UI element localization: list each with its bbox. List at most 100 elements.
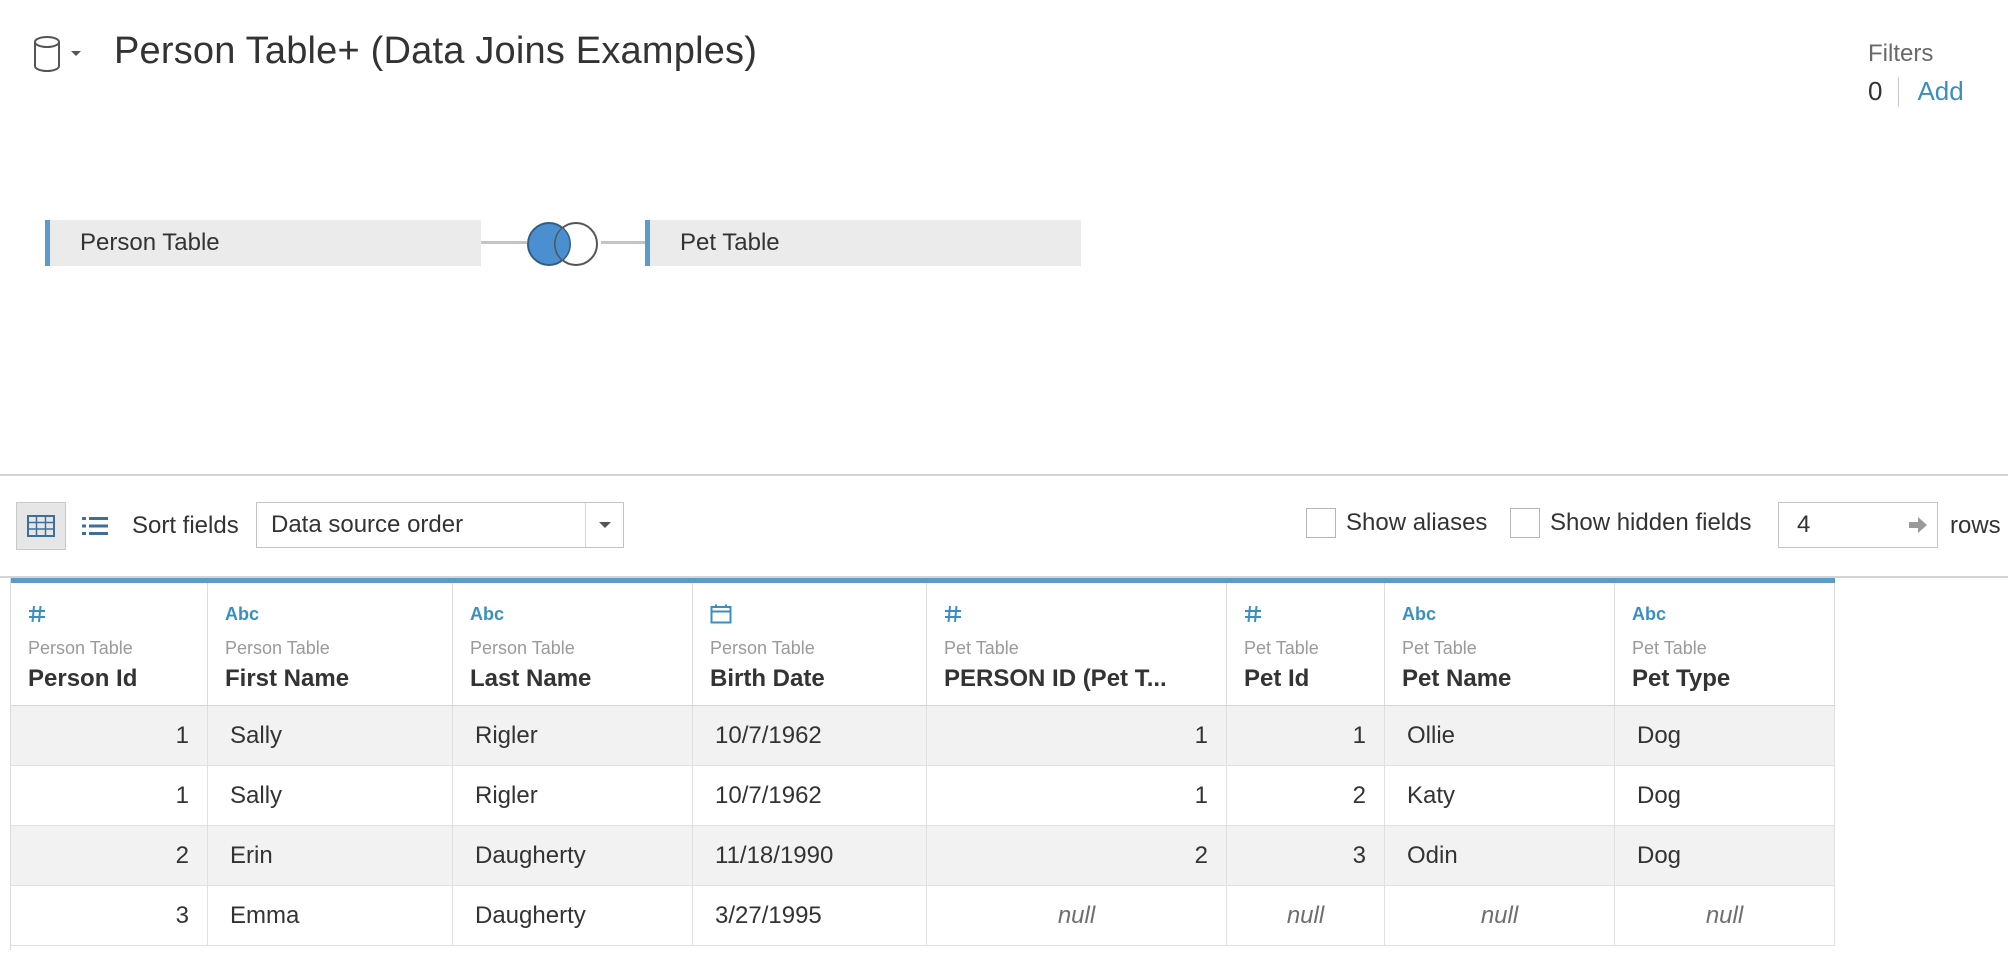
show-aliases-checkbox[interactable]: Show aliases <box>1306 508 1487 538</box>
string-icon[interactable]: Abc <box>1402 603 1614 625</box>
cell-first-name: Emma <box>208 886 453 945</box>
cell-pet-name: Katy <box>1385 766 1615 825</box>
string-icon[interactable]: Abc <box>1632 603 1834 625</box>
filters-label: Filters <box>1868 40 1934 67</box>
show-hidden-fields-checkbox[interactable]: Show hidden fields <box>1510 508 1751 538</box>
column-header[interactable]: Person Table Birth Date <box>693 583 927 705</box>
arrow-right-icon[interactable] <box>1907 514 1929 536</box>
cell-pet-name: Odin <box>1385 826 1615 885</box>
cell-birth-date: 3/27/1995 <box>693 886 927 945</box>
grid-view-button[interactable] <box>16 502 66 550</box>
cell-null: null <box>1385 886 1615 945</box>
cell-pet-name: Ollie <box>1385 706 1615 765</box>
column-header[interactable]: Pet Table PERSON ID (Pet T... <box>927 583 1227 705</box>
cell-null: null <box>1227 886 1385 945</box>
column-source: Person Table <box>710 638 815 658</box>
string-icon[interactable]: Abc <box>470 603 692 625</box>
cell-person-id: 1 <box>11 766 208 825</box>
cell-person-id: 1 <box>11 706 208 765</box>
join-connector-left <box>481 241 527 244</box>
sort-fields-select[interactable]: Data source order <box>256 502 624 548</box>
grid-body: 1 Sally Rigler 10/7/1962 1 1 Ollie Dog 1… <box>11 706 1835 946</box>
column-name: Last Name <box>470 665 592 692</box>
datasource-menu-button[interactable] <box>32 34 88 74</box>
column-header[interactable]: Person Table Person Id <box>11 583 208 705</box>
column-source: Pet Table <box>1632 638 1707 658</box>
cell-null: null <box>927 886 1227 945</box>
column-name: Pet Type <box>1632 665 1731 692</box>
table-row: 1 Sally Rigler 10/7/1962 1 1 Ollie Dog <box>11 706 1835 766</box>
cell-pet-type: Dog <box>1615 706 1835 765</box>
column-header[interactable]: Pet Table Pet Id <box>1227 583 1385 705</box>
show-hidden-fields-label: Show hidden fields <box>1550 509 1752 536</box>
cell-null: null <box>1615 886 1835 945</box>
grid-header-row: Person Table Person Id Abc Person Table … <box>11 578 1835 706</box>
cell-pet-id: 1 <box>1227 706 1385 765</box>
column-source: Person Table <box>470 638 575 658</box>
number-icon[interactable] <box>1244 603 1384 625</box>
column-name: Birth Date <box>710 665 825 692</box>
right-table-label: Pet Table <box>680 229 780 256</box>
cell-last-name: Rigler <box>453 706 693 765</box>
cell-pet-id: 3 <box>1227 826 1385 885</box>
join-connector-right <box>601 241 645 244</box>
grid-view-icon <box>27 515 55 537</box>
column-header[interactable]: Abc Pet Table Pet Type <box>1615 583 1835 705</box>
cell-birth-date: 10/7/1962 <box>693 706 927 765</box>
column-header[interactable]: Abc Pet Table Pet Name <box>1385 583 1615 705</box>
column-name: Pet Name <box>1402 665 1512 692</box>
right-table-pill[interactable]: Pet Table <box>645 220 1081 266</box>
chevron-down-icon <box>71 51 81 56</box>
rows-label: rows <box>1950 512 2001 539</box>
join-canvas[interactable]: Person Table Pet Table <box>0 100 2008 474</box>
column-name: Pet Id <box>1244 665 1310 692</box>
sort-fields-label: Sort fields <box>132 512 239 539</box>
filters-panel: Filters 0 Add <box>1868 40 1998 107</box>
column-name: First Name <box>225 665 350 692</box>
cell-last-name: Rigler <box>453 766 693 825</box>
number-icon[interactable] <box>944 603 1226 625</box>
checkbox-box[interactable] <box>1510 508 1540 538</box>
table-row: 1 Sally Rigler 10/7/1962 1 2 Katy Dog <box>11 766 1835 826</box>
rows-count-input[interactable]: 4 <box>1778 502 1938 548</box>
column-header[interactable]: Abc Person Table Last Name <box>453 583 693 705</box>
cell-pet-type: Dog <box>1615 826 1835 885</box>
checkbox-box[interactable] <box>1306 508 1336 538</box>
string-icon[interactable]: Abc <box>225 603 452 625</box>
cell-first-name: Sally <box>208 766 453 825</box>
rows-count-value: 4 <box>1797 511 1811 538</box>
cell-pet-person-id: 2 <box>927 826 1227 885</box>
cell-first-name: Sally <box>208 706 453 765</box>
column-source: Pet Table <box>944 638 1019 658</box>
cell-person-id: 3 <box>11 886 208 945</box>
cell-last-name: Daugherty <box>453 886 693 945</box>
cell-birth-date: 10/7/1962 <box>693 766 927 825</box>
cell-last-name: Daugherty <box>453 826 693 885</box>
cell-pet-person-id: 1 <box>927 766 1227 825</box>
cell-pet-person-id: 1 <box>927 706 1227 765</box>
list-view-button[interactable] <box>70 502 120 550</box>
join-type-button[interactable] <box>524 220 604 268</box>
page-title[interactable]: Person Table+ (Data Joins Examples) <box>114 30 757 73</box>
left-table-label: Person Table <box>80 229 220 256</box>
left-table-pill[interactable]: Person Table <box>45 220 481 266</box>
cell-first-name: Erin <box>208 826 453 885</box>
grid-row-gutter <box>0 578 11 950</box>
column-header[interactable]: Abc Person Table First Name <box>208 583 453 705</box>
column-name: Person Id <box>28 665 138 692</box>
number-icon[interactable] <box>28 603 207 625</box>
data-grid: Person Table Person Id Abc Person Table … <box>11 578 1835 946</box>
cell-pet-id: 2 <box>1227 766 1385 825</box>
table-row: 3 Emma Daugherty 3/27/1995 null null nul… <box>11 886 1835 946</box>
sort-fields-value: Data source order <box>271 511 464 538</box>
grid-toolbar: Sort fields Data source order Show alias… <box>0 476 2008 576</box>
list-view-icon <box>82 517 108 535</box>
cell-pet-type: Dog <box>1615 766 1835 825</box>
column-source: Person Table <box>28 638 133 658</box>
left-join-venn-icon <box>527 222 598 266</box>
calendar-icon[interactable] <box>710 603 926 625</box>
column-source: Pet Table <box>1244 638 1319 658</box>
cell-birth-date: 11/18/1990 <box>693 826 927 885</box>
cell-person-id: 2 <box>11 826 208 885</box>
chevron-down-icon <box>585 503 623 547</box>
